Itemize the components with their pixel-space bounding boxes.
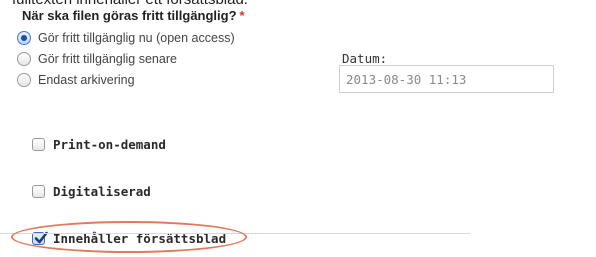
checkbox-label: Print-on-demand — [53, 137, 166, 152]
checkbox-label: Digitaliserad — [53, 184, 151, 199]
radio-label: Endast arkivering — [38, 73, 135, 87]
radio-button-selected[interactable] — [17, 31, 31, 45]
radio-open-access-now[interactable]: Gör fritt tillgänglig nu (open access) — [17, 31, 235, 45]
radio-button[interactable] — [17, 73, 31, 87]
question-text: När ska filen göras fritt tillgänglig? — [22, 8, 237, 23]
required-marker: * — [239, 8, 245, 23]
highlight-ellipse — [11, 221, 247, 253]
availability-panel: När ska filen göras fritt tillgänglig? * … — [0, 8, 596, 257]
date-label: Datum: — [342, 51, 388, 66]
radio-label: Gör fritt tillgänglig nu (open access) — [38, 31, 235, 45]
form-screenshot: fulltexten innehåller ett försättsblad. … — [0, 0, 596, 257]
radio-archive-only[interactable]: Endast arkivering — [17, 73, 135, 87]
radio-label: Gör fritt tillgänglig senare — [38, 52, 177, 66]
checkbox-box[interactable] — [32, 185, 45, 198]
radio-open-access-later[interactable]: Gör fritt tillgänglig senare — [17, 52, 177, 66]
cut-caption-text: fulltexten innehåller ett försättsblad. — [12, 0, 248, 8]
radio-button[interactable] — [17, 52, 31, 66]
availability-question: När ska filen göras fritt tillgänglig? * — [22, 8, 245, 23]
checkbox-digitized[interactable]: Digitaliserad — [32, 184, 151, 199]
checkbox-print-on-demand[interactable]: Print-on-demand — [32, 137, 166, 152]
date-input[interactable] — [339, 65, 554, 93]
checkbox-box[interactable] — [32, 138, 45, 151]
